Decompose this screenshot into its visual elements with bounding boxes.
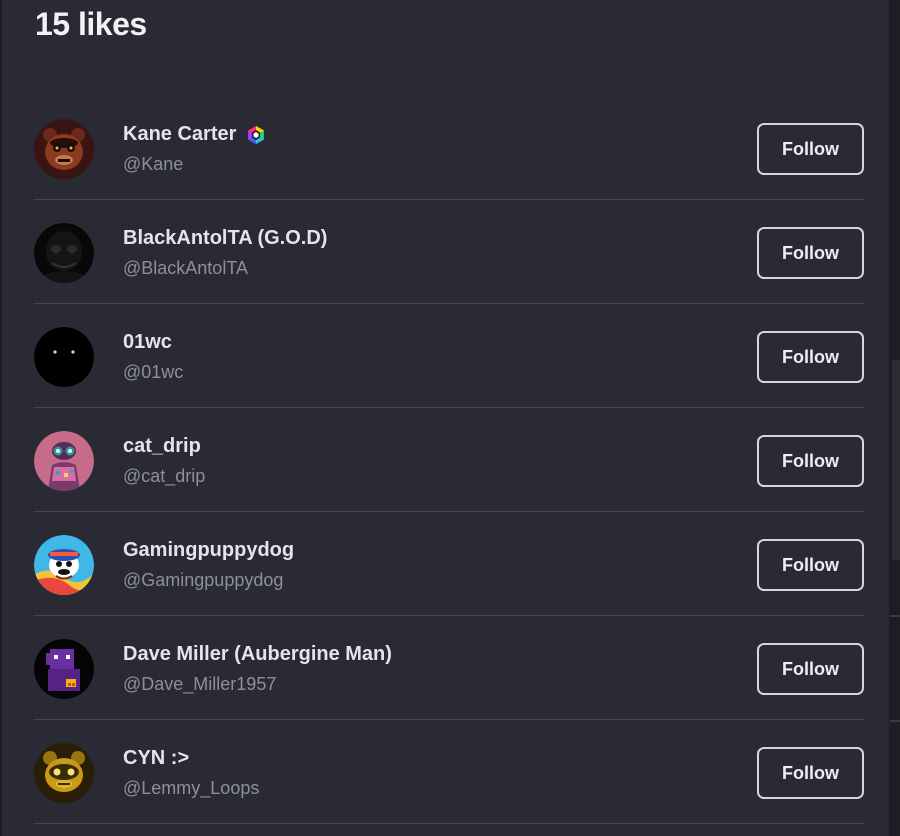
likers-list: Kane Carter @Kane Follow BlackAntolTA (G…	[34, 96, 864, 824]
user-handle: @Dave_Miller1957	[123, 674, 277, 694]
page: 15 likes Kane Carter @Kane Follow BlackA…	[0, 0, 900, 836]
list-item[interactable]: Dave Miller (Aubergine Man) @Dave_Miller…	[34, 616, 864, 720]
user-name-line: 01wc	[123, 331, 172, 354]
user-name[interactable]: cat_drip	[123, 435, 201, 458]
list-item[interactable]: BlackAntolTA (G.O.D) @BlackAntolTA Follo…	[34, 200, 864, 304]
user-name[interactable]: Dave Miller (Aubergine Man)	[123, 643, 392, 666]
follow-button[interactable]: Follow	[757, 747, 864, 799]
verified-badge-icon	[246, 125, 266, 145]
user-name-line: Dave Miller (Aubergine Man)	[123, 643, 392, 666]
user-name[interactable]: CYN :>	[123, 747, 189, 770]
list-item[interactable]: CYN :> @Lemmy_Loops Follow	[34, 720, 864, 824]
avatar[interactable]	[34, 639, 94, 699]
background-page-edge	[890, 0, 900, 836]
background-panel	[892, 360, 900, 560]
user-name-line: Gamingpuppydog	[123, 539, 294, 562]
list-item[interactable]: cat_drip @cat_drip Follow	[34, 408, 864, 512]
list-item[interactable]: Kane Carter @Kane Follow	[34, 96, 864, 200]
list-item[interactable]: Gamingpuppydog @Gamingpuppydog Follow	[34, 512, 864, 616]
avatar[interactable]	[34, 119, 94, 179]
user-handle: @Kane	[123, 154, 184, 174]
follow-button[interactable]: Follow	[757, 643, 864, 695]
user-name-line: cat_drip	[123, 435, 201, 458]
user-name-line: CYN :>	[123, 747, 189, 770]
user-handle: @Lemmy_Loops	[123, 778, 260, 798]
follow-button[interactable]: Follow	[757, 227, 864, 279]
user-name-line: BlackAntolTA (G.O.D)	[123, 227, 327, 250]
avatar[interactable]	[34, 743, 94, 803]
user-handle: @Gamingpuppydog	[123, 570, 284, 590]
likes-panel: 15 likes Kane Carter @Kane Follow BlackA…	[0, 0, 890, 836]
avatar[interactable]	[34, 223, 94, 283]
avatar[interactable]	[34, 535, 94, 595]
user-name[interactable]: Gamingpuppydog	[123, 539, 294, 562]
follow-button[interactable]: Follow	[757, 435, 864, 487]
avatar[interactable]	[34, 431, 94, 491]
user-name-line: Kane Carter	[123, 123, 266, 146]
user-handle: @BlackAntolTA	[123, 258, 248, 278]
follow-button[interactable]: Follow	[757, 123, 864, 175]
follow-button[interactable]: Follow	[757, 331, 864, 383]
user-handle: @cat_drip	[123, 466, 206, 486]
user-handle: @01wc	[123, 362, 184, 382]
background-divider	[890, 720, 900, 722]
user-name[interactable]: BlackAntolTA (G.O.D)	[123, 227, 327, 250]
list-item[interactable]: 01wc @01wc Follow	[34, 304, 864, 408]
avatar[interactable]	[34, 327, 94, 387]
likes-count-title: 15 likes	[35, 6, 147, 42]
background-divider	[890, 615, 900, 617]
user-name[interactable]: Kane Carter	[123, 123, 236, 146]
user-name[interactable]: 01wc	[123, 331, 172, 354]
follow-button[interactable]: Follow	[757, 539, 864, 591]
